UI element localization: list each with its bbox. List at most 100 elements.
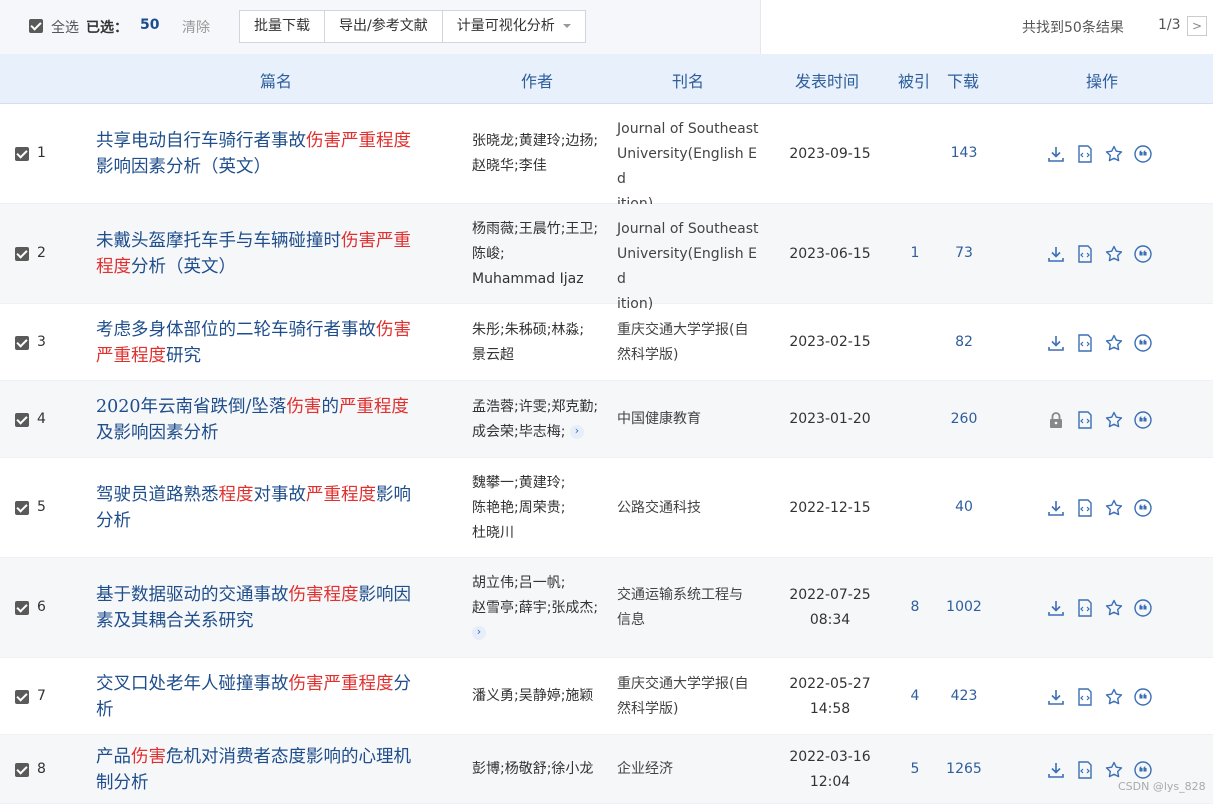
html-read-icon[interactable]: [1075, 760, 1095, 780]
download-icon[interactable]: [1046, 687, 1066, 707]
journal-link[interactable]: 重庆交通大学学报(自 然科学版): [617, 318, 765, 368]
row-checkbox[interactable]: [15, 147, 29, 161]
html-read-icon[interactable]: [1075, 498, 1095, 518]
author-line[interactable]: 杜晓川: [472, 521, 608, 546]
row-checkbox[interactable]: [15, 762, 29, 777]
cited-count[interactable]: 1: [900, 245, 930, 261]
download-count[interactable]: 73: [940, 245, 988, 261]
chevron-right-icon[interactable]: ›: [472, 625, 486, 640]
column-header-cited[interactable]: 被引: [898, 68, 930, 92]
author-names[interactable]: 杜晓川: [472, 525, 514, 541]
download-count[interactable]: 1002: [940, 599, 988, 615]
html-read-icon[interactable]: [1075, 333, 1095, 353]
author-line[interactable]: 成会荣;毕志梅; ›: [472, 420, 608, 445]
export-citation-button[interactable]: 导出/参考文献: [325, 11, 443, 42]
row-checkbox[interactable]: [15, 335, 29, 350]
next-page-button[interactable]: >: [1187, 16, 1207, 36]
lock-icon[interactable]: [1046, 410, 1066, 430]
html-read-icon[interactable]: [1075, 687, 1095, 707]
column-header-downloads[interactable]: 下载: [947, 68, 979, 92]
download-count[interactable]: 423: [940, 688, 988, 704]
download-icon[interactable]: [1046, 244, 1066, 264]
author-names[interactable]: 陈峻;: [472, 246, 505, 262]
select-all-label[interactable]: 全选: [51, 17, 79, 37]
author-names[interactable]: 张晓龙;黄建玲;边扬;: [472, 133, 598, 149]
html-read-icon[interactable]: [1075, 144, 1095, 164]
article-title-link[interactable]: 交叉口处老年人碰撞事故伤害严重程度分析: [96, 671, 458, 723]
download-icon[interactable]: [1046, 144, 1066, 164]
article-title-link[interactable]: 产品伤害危机对消费者态度影响的心理机 制分析: [96, 744, 458, 796]
download-icon[interactable]: [1046, 333, 1066, 353]
row-checkbox[interactable]: [15, 601, 29, 615]
article-title-link[interactable]: 驾驶员道路熟悉程度对事故严重程度影响 分析: [96, 482, 458, 534]
author-line[interactable]: 彭博;杨敬舒;徐小龙: [472, 757, 608, 782]
download-icon[interactable]: [1046, 598, 1066, 618]
journal-link[interactable]: Journal of Southeast University(English E…: [617, 117, 765, 217]
chevron-right-icon[interactable]: ›: [569, 424, 584, 439]
author-names[interactable]: 潘义勇;吴静婷;施颖: [472, 688, 593, 704]
author-line[interactable]: 魏攀一;黄建玲;: [472, 471, 608, 496]
column-header-title[interactable]: 篇名: [260, 68, 292, 92]
column-header-date[interactable]: 发表时间: [795, 68, 859, 92]
author-line[interactable]: 张晓龙;黄建玲;边扬;: [472, 129, 608, 154]
author-names[interactable]: 魏攀一;黄建玲;: [472, 475, 565, 491]
favorite-star-icon[interactable]: [1104, 598, 1124, 618]
cited-count[interactable]: 5: [900, 761, 930, 777]
author-line[interactable]: 陈峻;: [472, 242, 608, 267]
cited-count[interactable]: 4: [900, 688, 930, 704]
author-names[interactable]: 景云超: [472, 347, 514, 363]
select-all-checkbox[interactable]: [29, 19, 43, 33]
author-line[interactable]: 杨雨薇;王晨竹;王卫;: [472, 217, 608, 242]
favorite-star-icon[interactable]: [1104, 333, 1124, 353]
article-title-link[interactable]: 未戴头盔摩托车手与车辆碰撞时伤害严重 程度分析（英文）: [96, 228, 458, 280]
author-line[interactable]: 陈艳艳;周荣贵;: [472, 496, 608, 521]
favorite-star-icon[interactable]: [1104, 760, 1124, 780]
favorite-star-icon[interactable]: [1104, 687, 1124, 707]
download-count[interactable]: 1265: [940, 761, 988, 777]
journal-link[interactable]: 中国健康教育: [617, 407, 765, 432]
row-checkbox[interactable]: [15, 412, 29, 427]
author-names[interactable]: 彭博;杨敬舒;徐小龙: [472, 761, 593, 777]
author-names[interactable]: 朱彤;朱秭硕;林淼;: [472, 322, 584, 338]
author-line[interactable]: 赵晓华;李佳: [472, 154, 608, 179]
html-read-icon[interactable]: [1075, 244, 1095, 264]
favorite-star-icon[interactable]: [1104, 244, 1124, 264]
favorite-star-icon[interactable]: [1104, 144, 1124, 164]
row-checkbox[interactable]: [15, 689, 29, 704]
article-title-link[interactable]: 基于数据驱动的交通事故伤害程度影响因 素及其耦合关系研究: [96, 582, 458, 634]
author-line[interactable]: 胡立伟;吕一帆;: [472, 571, 608, 596]
author-line[interactable]: 赵雪亭;薛宇;张成杰;: [472, 596, 608, 621]
html-read-icon[interactable]: [1075, 410, 1095, 430]
cite-quote-icon[interactable]: [1133, 687, 1153, 707]
download-count[interactable]: 260: [940, 411, 988, 427]
cite-quote-icon[interactable]: [1133, 498, 1153, 518]
cite-quote-icon[interactable]: [1133, 598, 1153, 618]
article-title-link[interactable]: 共享电动自行车骑行者事故伤害严重程度 影响因素分析（英文）: [96, 128, 458, 180]
author-names[interactable]: 孟浩蓉;许雯;郑克勤;: [472, 399, 598, 415]
download-icon[interactable]: [1046, 498, 1066, 518]
cite-quote-icon[interactable]: [1133, 144, 1153, 164]
cite-quote-icon[interactable]: [1133, 333, 1153, 353]
journal-link[interactable]: 重庆交通大学学报(自 然科学版): [617, 672, 765, 722]
author-line[interactable]: 潘义勇;吴静婷;施颖: [472, 684, 608, 709]
favorite-star-icon[interactable]: [1104, 410, 1124, 430]
journal-link[interactable]: 企业经济: [617, 757, 765, 782]
author-line[interactable]: Muhammad Ijaz: [472, 267, 608, 292]
author-names[interactable]: 成会荣;毕志梅;: [472, 424, 565, 440]
article-title-link[interactable]: 2020年云南省跌倒/坠落伤害的严重程度 及影响因素分析: [96, 394, 458, 446]
download-count[interactable]: 82: [940, 334, 988, 350]
author-names[interactable]: 杨雨薇;王晨竹;王卫;: [472, 221, 598, 237]
favorite-star-icon[interactable]: [1104, 498, 1124, 518]
cited-count[interactable]: 8: [900, 599, 930, 615]
author-line[interactable]: 朱彤;朱秭硕;林淼;: [472, 318, 608, 343]
batch-download-button[interactable]: 批量下载: [240, 11, 325, 42]
author-names[interactable]: 胡立伟;吕一帆;: [472, 575, 565, 591]
author-line[interactable]: 景云超: [472, 343, 608, 368]
row-checkbox[interactable]: [15, 501, 29, 515]
visual-analysis-dropdown[interactable]: 计量可视化分析: [443, 11, 585, 42]
download-count[interactable]: 143: [940, 145, 988, 161]
author-names[interactable]: Muhammad Ijaz: [472, 271, 584, 287]
html-read-icon[interactable]: [1075, 598, 1095, 618]
download-icon[interactable]: [1046, 760, 1066, 780]
journal-link[interactable]: Journal of Southeast University(English E…: [617, 217, 765, 317]
